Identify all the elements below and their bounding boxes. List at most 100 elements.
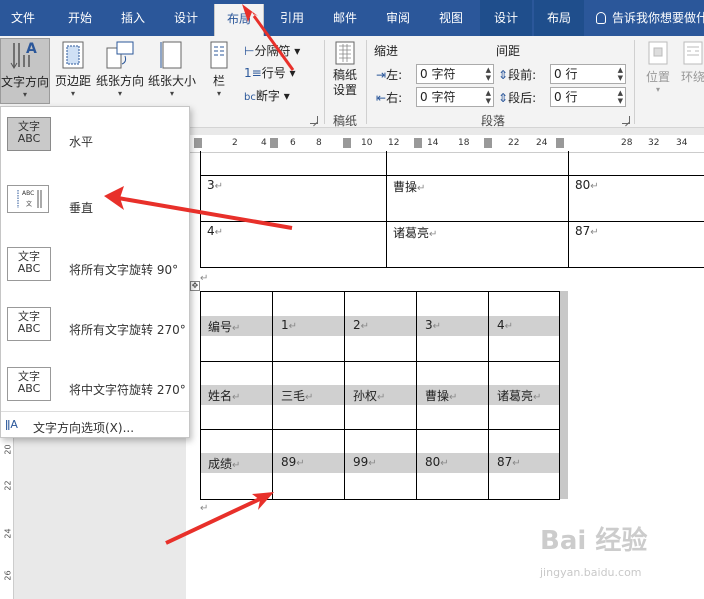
table-cell-text[interactable]: 80↵ [425,455,449,469]
position-label: 位置 [645,70,670,84]
dropdown-arrow-icon: ▾ [169,89,174,98]
dropdown-arrow-icon: ▾ [22,90,27,99]
table-cell-text[interactable]: 诸葛亮↵ [497,387,541,404]
ruler-marker[interactable] [343,138,351,148]
table-cell-text[interactable]: 曹操↵ [425,387,457,404]
tab-layout[interactable]: 布局 [214,4,264,36]
table-cell-text[interactable]: 4↵ [497,318,513,332]
indent-left-input[interactable]: 0 字符 ▲ ▼ [416,64,494,84]
size-button[interactable]: 纸张大小 ▾ [146,40,198,102]
tab-design[interactable]: 设计 [162,0,210,36]
table-cell[interactable]: 3↵ [200,174,387,222]
dropdown-arrow-icon: ▾ [117,89,122,98]
table-cell-text[interactable]: 三毛↵ [281,387,313,404]
paragraph-mark: ↵ [200,273,209,284]
indent-right-label: ⇤右: [376,91,403,105]
table-cell[interactable]: 诸葛亮↵ [386,220,569,268]
table-cell-text[interactable]: 89↵ [281,455,305,469]
table-cell[interactable]: 80↵ [568,174,704,222]
table-cell-text[interactable]: 2↵ [353,318,369,332]
tab-mailings[interactable]: 邮件 [322,0,368,36]
table-cell-text[interactable]: 1↵ [281,318,297,332]
indent-left-icon: ⇥ [376,68,387,82]
paragraph-group-label: 段落 [481,114,506,128]
text-direction-options-icon: ǁA [5,418,18,431]
breaks-button[interactable]: ⊢分隔符 ▾ [244,42,300,59]
table-cell[interactable]: 87↵ [568,220,704,268]
tab-file[interactable]: 文件 [0,0,46,36]
menu-item-horizontal[interactable]: 文字 ABC 水平 [1,107,189,165]
indent-label: 缩进 [374,44,399,58]
tab-home[interactable]: 开始 [56,0,104,36]
wrap-text-button[interactable]: 环绕 [678,40,704,102]
table-cell[interactable]: 曹操↵ [386,174,569,222]
table-row [200,151,704,176]
menu-item-rotate-270[interactable]: 文字 ABC 将所有文字旋转 270° [1,291,189,349]
table-cell-text[interactable]: 3↵ [425,318,441,332]
tell-me-text: 告诉我你想要做什 [612,11,704,25]
text-direction-menu: 文字 ABC 水平 ABC 文 垂直 文字 ABC 将所有文字旋转 90° 文字… [0,106,190,438]
table-cell-text[interactable]: 孙权↵ [353,387,385,404]
ruler-marker[interactable] [414,138,422,148]
wrap-text-label: 环绕 [680,70,704,84]
spacing-before-icon: ⇕ [498,68,509,82]
ruler-marker[interactable] [194,138,202,148]
table-cell-text[interactable]: 99↵ [353,455,377,469]
indent-right-input[interactable]: 0 字符 ▲ ▼ [416,87,494,107]
columns-button[interactable]: 栏 ▾ [204,40,234,102]
table-column-resize-handle[interactable] [560,291,568,499]
page-size-icon [160,41,182,69]
page-setup-launcher-icon[interactable] [310,116,318,124]
tab-references[interactable]: 引用 [268,0,316,36]
position-button[interactable]: 位置 ▾ [640,40,676,102]
orientation-button[interactable]: 纸张方向 ▾ [94,40,146,102]
separator [634,40,635,124]
indent-left-label: ⇥左: [376,68,403,82]
tab-table-layout[interactable]: 布局 [534,0,584,36]
orientation-label: 纸张方向 [95,74,144,88]
table-cell-text[interactable]: 姓名↵ [208,387,240,404]
hyphenation-button[interactable]: bc断字 ▾ [244,87,290,104]
tab-view[interactable]: 视图 [428,0,474,36]
menu-item-rotate-cjk-270[interactable]: 文字 ABC 将中文字符旋转 270° [1,351,189,409]
size-label: 纸张大小 [147,74,196,88]
menu-item-label: 水平 [69,135,94,149]
table-cell-text[interactable]: 编号↵ [208,318,240,335]
breaks-label: 分隔符 [254,44,291,58]
text-direction-icon: A [10,41,37,69]
margins-button[interactable]: 页边距 ▾ [53,40,93,102]
margins-label: 页边距 [54,74,91,88]
line-numbers-button[interactable]: 1≡行号 ▾ [244,64,296,81]
spacing-before-input[interactable]: 0 行 ▲ ▼ [550,64,626,84]
hyphenation-icon: bc [244,92,256,103]
ruler-marker[interactable] [556,138,564,148]
ruler-marker[interactable] [484,138,492,148]
tab-review[interactable]: 审阅 [374,0,422,36]
table-move-handle-icon[interactable]: ✥ [190,281,200,291]
hyphenation-label: 断字 [255,89,280,103]
menu-item-rotate-90[interactable]: 文字 ABC 将所有文字旋转 90° [1,231,189,289]
table-cell-text[interactable]: 成绩↵ [208,455,240,472]
rotate-cjk-270-icon: 文字 ABC [7,367,51,401]
text-direction-options-item[interactable]: ǁA 文字方向选项(X)... [1,411,189,439]
table-cell-text[interactable]: 87↵ [497,455,521,469]
menu-item-vertical[interactable]: ABC 文 垂直 [1,169,189,227]
table-cell[interactable]: 4↵ [200,220,387,268]
spacing-after-icon: ⇕ [498,91,509,105]
columns-icon [210,41,228,69]
menu-item-label: 文字方向选项(X)... [33,421,135,435]
table-row: 4↵ 诸葛亮↵ 87↵ [200,220,704,268]
vertical-text-icon: ABC 文 [7,185,49,213]
manuscript-icon [335,41,355,65]
tab-table-design[interactable]: 设计 [480,0,532,36]
manuscript-settings-button[interactable]: 稿纸 设置 [330,40,360,106]
table-scores[interactable]: 3↵ 曹操↵ 80↵ 4↵ 诸葛亮↵ 87↵ [200,151,704,268]
tell-me-box[interactable]: 告诉我你想要做什 [596,0,704,36]
spacing-after-input[interactable]: 0 行 ▲ ▼ [550,87,626,107]
ribbon-tab-bar: 文件 开始 插入 设计 布局 引用 邮件 审阅 视图 设计 布局 告诉我你想要做… [0,0,704,36]
line-numbers-label: 行号 [261,66,286,80]
text-direction-button[interactable]: A 文字方向 ▾ [0,38,50,104]
tab-insert[interactable]: 插入 [110,0,156,36]
paragraph-launcher-icon[interactable] [622,116,630,124]
ruler-marker[interactable] [270,138,278,148]
